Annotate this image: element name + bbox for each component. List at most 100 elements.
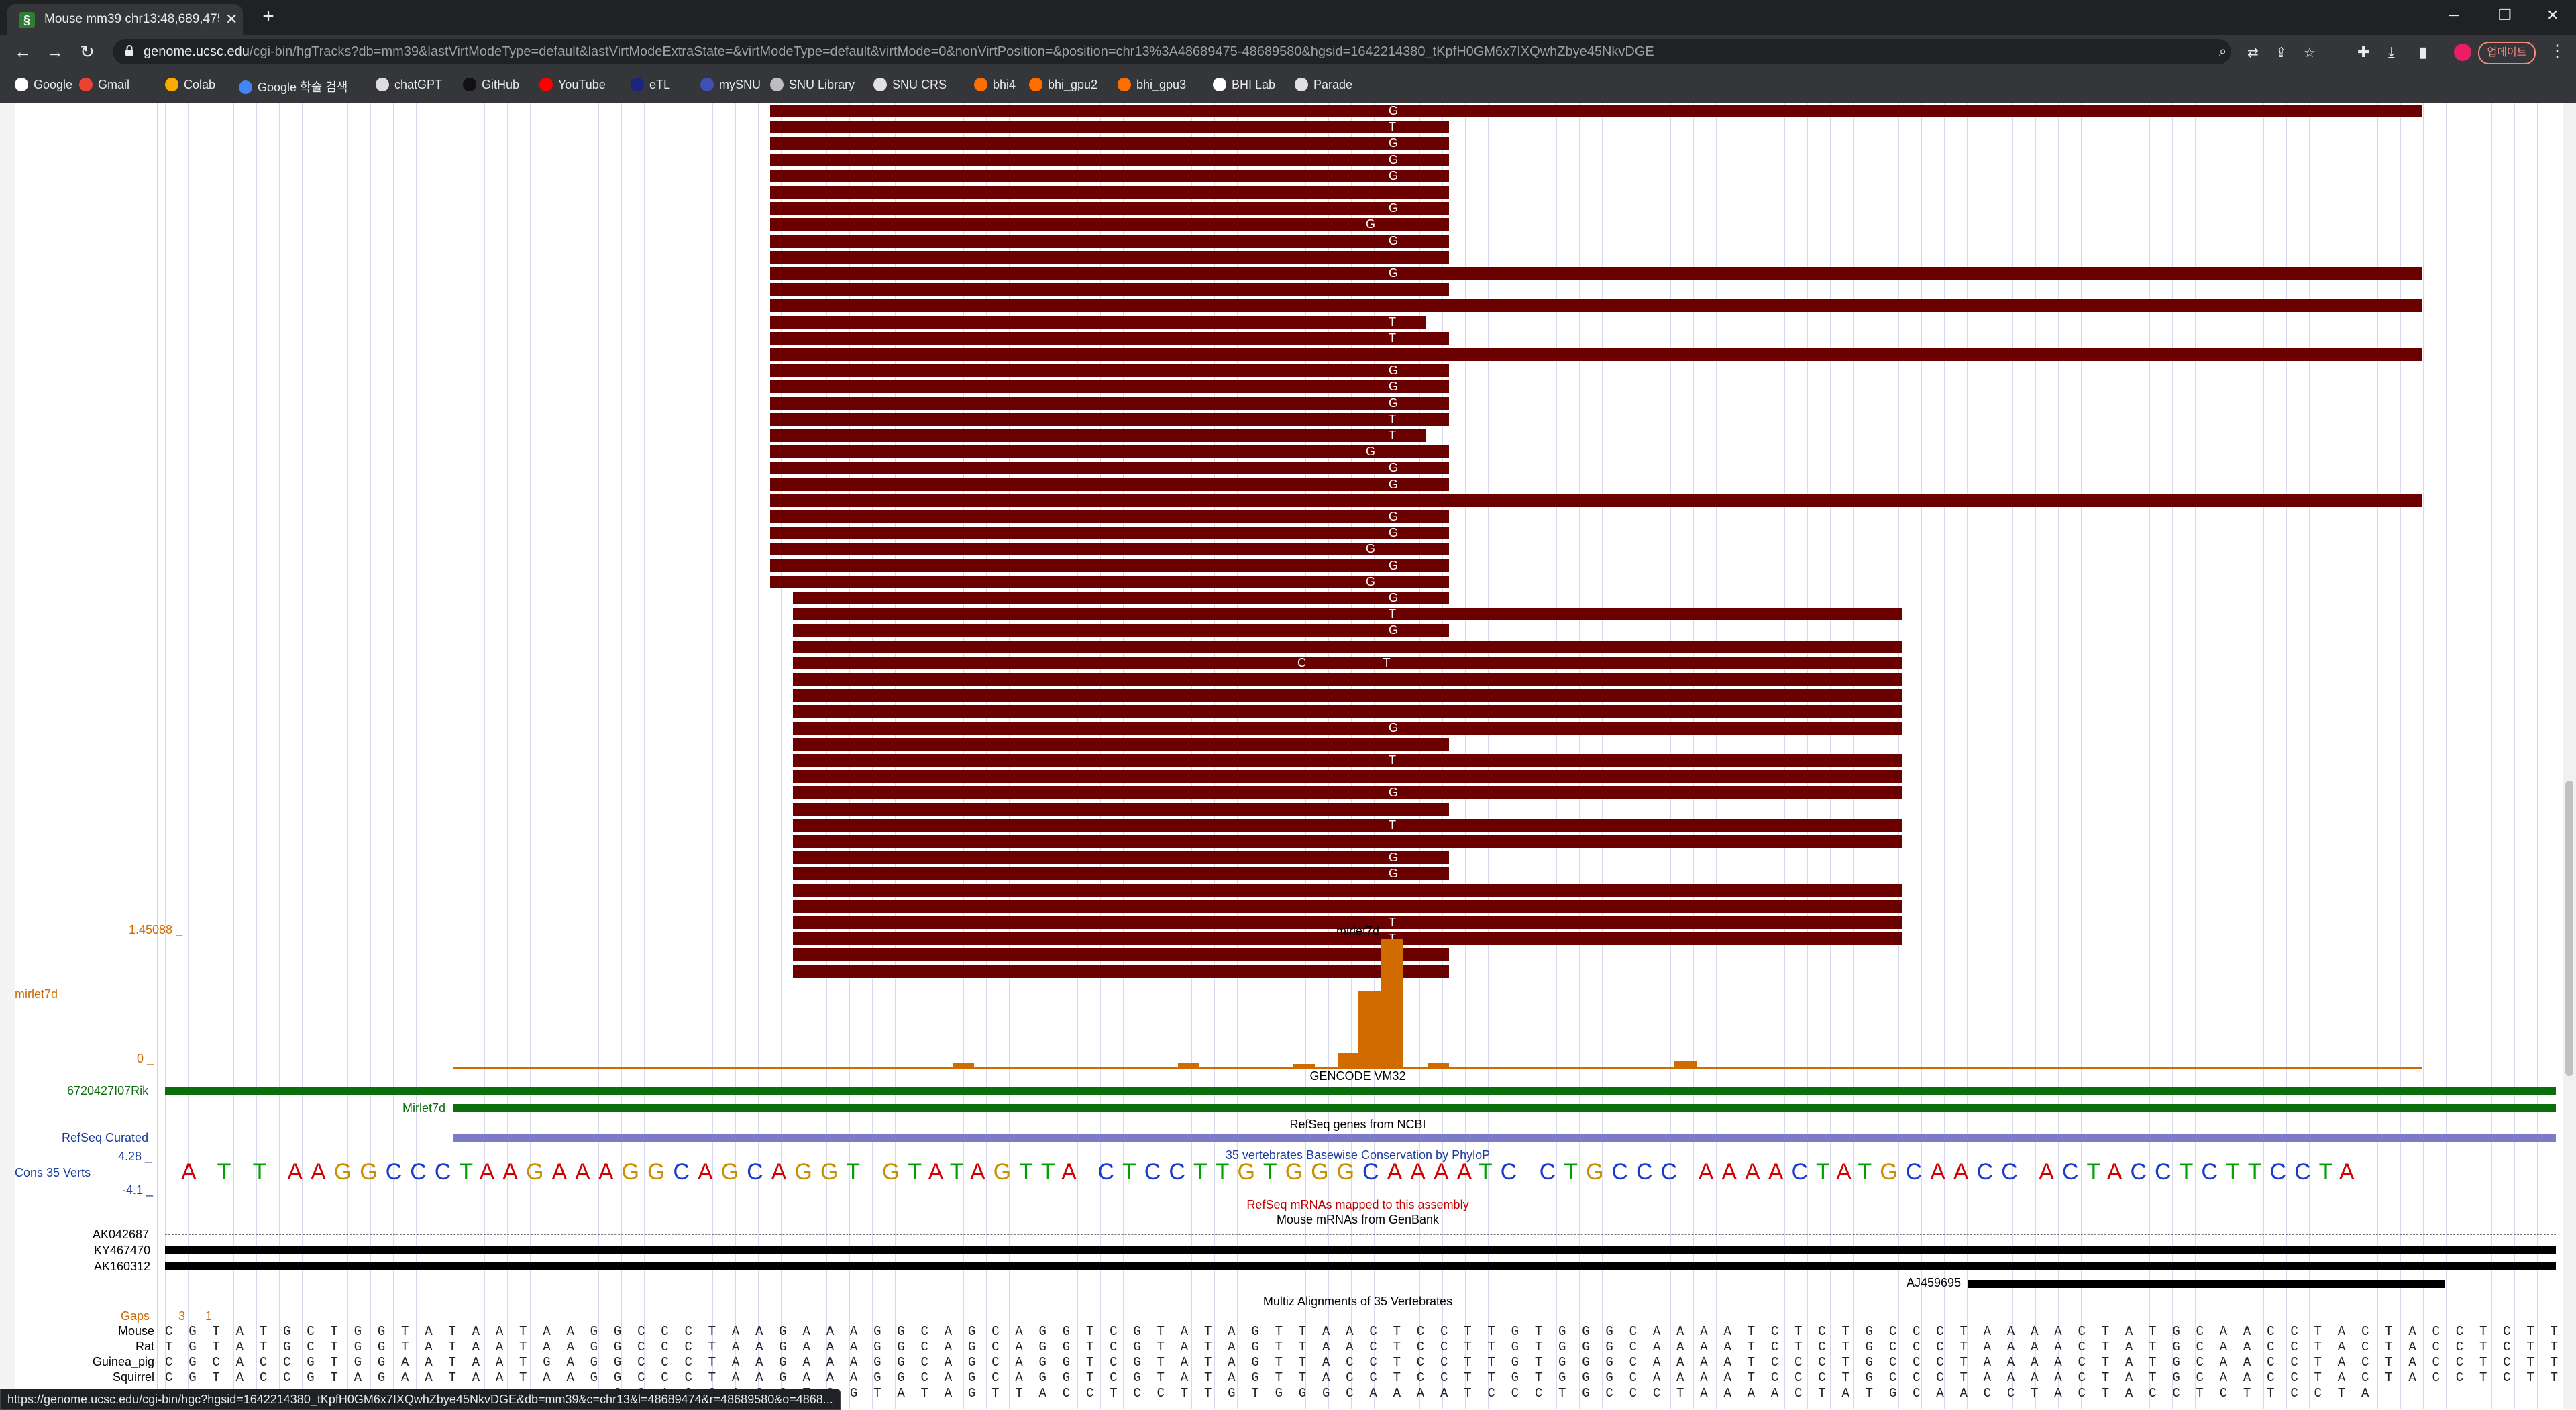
side-panel-icon[interactable]: ▮ [2419, 44, 2427, 61]
multiz-gaps-label: Gaps [121, 1309, 150, 1323]
mrna-label-AK160312[interactable]: AK160312 [94, 1260, 150, 1274]
mrna-label-AJ459695[interactable]: AJ459695 [1907, 1276, 1961, 1290]
bookmark-14[interactable]: BHI Lab [1213, 78, 1275, 94]
bookmark-15[interactable]: Parade [1295, 78, 1352, 94]
bookmark-label: Gmail [98, 78, 130, 91]
bookmark-favicon-icon [1213, 78, 1226, 91]
close-window-button[interactable]: ✕ [2546, 7, 2559, 24]
vertical-scrollbar[interactable] [2563, 103, 2576, 1409]
bookmark-star-icon[interactable]: ☆ [2304, 44, 2316, 61]
bookmark-favicon-icon [239, 80, 252, 94]
more-menu-icon[interactable]: ⋮ [2549, 42, 2565, 61]
download-icon[interactable]: ⤓ [2388, 44, 2395, 61]
refseq-gene-bar[interactable] [453, 1134, 2556, 1142]
active-tab[interactable]: § Mouse mm39 chr13:48,689,475-48,689,580… [7, 4, 243, 35]
cons-track-label[interactable]: Cons 35 Verts [15, 1166, 91, 1180]
extensions-puzzle-icon[interactable]: ✚ [2357, 44, 2369, 61]
cons-max-label: 4.28 _ [118, 1150, 152, 1163]
bookmark-1[interactable]: Gmail [79, 78, 129, 94]
multiz-species-label[interactable]: Rat [3, 1340, 154, 1354]
bookmark-label: SNU Library [789, 78, 855, 91]
gencode-track-title: GENCODE VM32 [1309, 1069, 1406, 1083]
bookmark-favicon-icon [1295, 78, 1308, 91]
bookmark-favicon-icon [631, 78, 644, 91]
browser-tab-bar: § Mouse mm39 chr13:48,689,475-48,689,580… [0, 0, 2576, 35]
bookmark-favicon-icon [15, 78, 28, 91]
refseq-curated-label[interactable]: RefSeq Curated [62, 1131, 148, 1145]
multiz-sequence-row: C G C A C C G T G G A A T A A T G A G G … [165, 1355, 2576, 1370]
bookmark-5[interactable]: GitHub [463, 78, 519, 94]
share-icon[interactable]: ⇪ [2275, 44, 2287, 61]
bookmark-label: SNU CRS [892, 78, 947, 91]
multiz-sequence-row: C G T A C C G T A G A A T A A T A A G G … [165, 1370, 2576, 1385]
bookmark-0[interactable]: Google [15, 78, 72, 94]
translate-icon[interactable]: ⇄ [2247, 44, 2259, 61]
bookmark-13[interactable]: bhi_gpu3 [1118, 78, 1186, 94]
restore-button[interactable]: ❐ [2498, 7, 2512, 24]
bookmark-favicon-icon [539, 78, 553, 91]
bookmark-9[interactable]: SNU Library [770, 78, 855, 94]
bookmark-10[interactable]: SNU CRS [873, 78, 947, 94]
gene-6720427I07Rik[interactable] [165, 1087, 2556, 1095]
tab-close-icon[interactable]: ✕ [225, 11, 237, 28]
bookmark-favicon-icon [1118, 78, 1131, 91]
bookmark-3[interactable]: Google 학술 검색 [239, 78, 347, 94]
multiz-sequence-row: T G T A T G C T G G T A T A A T A A G G … [165, 1340, 2576, 1354]
bookmark-11[interactable]: bhi4 [974, 78, 1016, 94]
bookmark-label: GitHub [482, 78, 520, 91]
back-arrow-icon[interactable]: ← [12, 41, 34, 62]
bookmark-label: eTL [649, 78, 671, 91]
bookmark-label: Parade [1313, 78, 1353, 91]
update-button[interactable]: 업데이트 [2478, 42, 2536, 64]
bookmark-12[interactable]: bhi_gpu2 [1029, 78, 1097, 94]
bookmark-favicon-icon [873, 78, 887, 91]
multiz-species-label[interactable]: Squirrel [3, 1370, 154, 1385]
forward-arrow-icon[interactable]: → [44, 41, 66, 62]
reload-icon[interactable]: ↻ [76, 41, 98, 62]
bookmark-favicon-icon [974, 78, 987, 91]
mrna-AK042687[interactable] [165, 1234, 2556, 1235]
multiz-species-label[interactable]: Mouse [3, 1324, 154, 1338]
bookmark-favicon-icon [463, 78, 476, 91]
bookmark-favicon-icon [700, 78, 714, 91]
bookmark-label: Google 학술 검색 [258, 80, 348, 94]
bookmark-label: bhi4 [993, 78, 1016, 91]
bookmark-label: Google [34, 78, 73, 91]
lock-icon [125, 45, 133, 56]
gene-label-mirlet7d[interactable]: Mirlet7d [402, 1101, 445, 1116]
multiz-gap-counts: 3 1 [178, 1309, 213, 1323]
multiz-species-label[interactable]: Guinea_pig [3, 1355, 154, 1369]
bookmark-4[interactable]: chatGPT [376, 78, 442, 94]
mrna-AJ459695[interactable] [1968, 1280, 2445, 1288]
bookmark-favicon-icon [79, 78, 93, 91]
address-bar[interactable]: genome.ucsc.edu/cgi-bin/hgTracks?db=mm39… [113, 39, 2316, 64]
mrna-label-AK042687[interactable]: AK042687 [93, 1228, 149, 1242]
tab-title: Mouse mm39 chr13:48,689,475-48,689,580 -… [44, 12, 219, 26]
bookmark-2[interactable]: Colab [165, 78, 215, 94]
cons-logo-sequence: A T T AAGGCCCTAAGAAAGGCAGCAGGT GTATAGTTA… [181, 1159, 2363, 1182]
bookmark-8[interactable]: mySNU [700, 78, 761, 94]
profile-avatar[interactable] [2454, 44, 2471, 61]
mrna-label-KY467470[interactable]: KY467470 [94, 1244, 150, 1258]
url-text[interactable]: genome.ucsc.edu/cgi-bin/hgTracks?db=mm39… [144, 44, 1654, 60]
new-tab-button[interactable]: + [258, 7, 279, 28]
bookmark-label: bhi_gpu2 [1048, 78, 1098, 91]
bookmark-favicon-icon [376, 78, 389, 91]
scrollbar-thumb[interactable] [2565, 781, 2573, 1076]
mrna-AK160312[interactable] [165, 1262, 2556, 1270]
genome-browser-image[interactable]: GTGGGGGGGTTGGGTTGGGGGGGGGTGC TGTGTGGTTTG… [0, 103, 2576, 1409]
bookmark-6[interactable]: YouTube [539, 78, 606, 94]
minimize-button[interactable]: ─ [2449, 7, 2459, 24]
mouse-mrna-title: Mouse mRNAs from GenBank [1276, 1213, 1440, 1226]
gene-mirlet7d[interactable] [453, 1104, 2556, 1112]
bookmark-label: YouTube [558, 78, 606, 91]
bookmark-label: chatGPT [394, 78, 443, 91]
bookmark-7[interactable]: eTL [631, 78, 670, 94]
zoom-search-icon[interactable]: ⌕ [2219, 44, 2226, 60]
browser-toolbar: ← → ↻ genome.ucsc.edu/cgi-bin/hgTracks?d… [0, 35, 2576, 68]
refseq-mrna-title: RefSeq mRNAs mapped to this assembly [1246, 1198, 1469, 1211]
gene-label-6720427I07Rik[interactable]: 6720427I07Rik [67, 1084, 148, 1098]
bookmark-favicon-icon [770, 78, 784, 91]
mrna-KY467470[interactable] [165, 1246, 2556, 1254]
cons-min-label: -4.1 _ [122, 1183, 154, 1197]
